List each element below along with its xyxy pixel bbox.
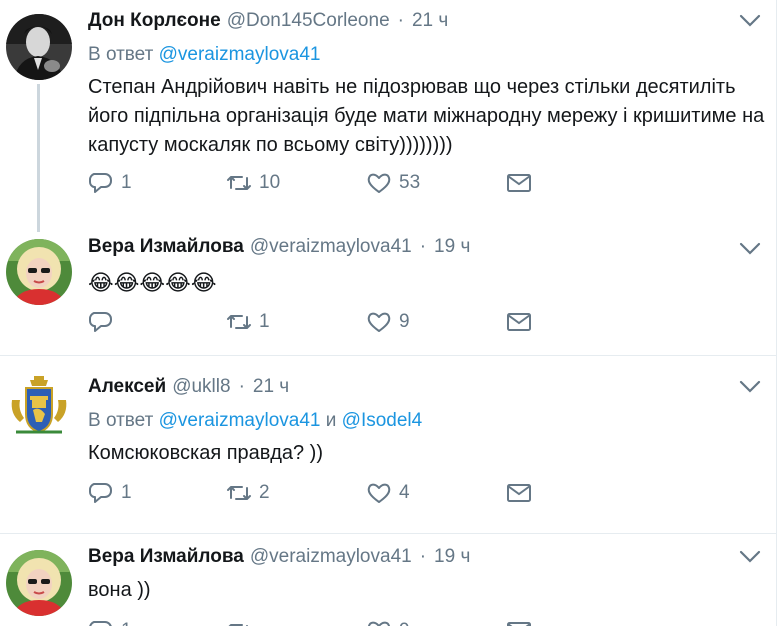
author-name[interactable]: Вера Измайлова — [88, 546, 244, 568]
reply-icon — [89, 312, 112, 332]
separator-dot: · — [238, 376, 245, 397]
direct-message-icon — [507, 313, 531, 331]
separator-dot: · — [419, 236, 427, 257]
retweet-button[interactable]: 1 — [226, 307, 270, 337]
like-icon — [367, 173, 391, 193]
tweet[interactable]: Дон Корлєоне @Don145Corleone · 21 ч В от… — [0, 0, 777, 240]
retweet-count: 10 — [259, 172, 281, 193]
separator-dot: · — [419, 546, 427, 567]
avatar[interactable] — [6, 374, 72, 440]
like-count: 9 — [399, 311, 410, 332]
like-count: 9 — [399, 620, 410, 626]
godfather-portrait-icon — [6, 14, 72, 80]
direct-message-button[interactable] — [506, 616, 532, 626]
direct-message-icon — [507, 622, 531, 626]
author-handle[interactable]: @Don145Corleone — [227, 10, 390, 32]
reply-prefix: В ответ — [88, 410, 154, 431]
reply-button[interactable]: 1 — [88, 168, 132, 198]
reply-button[interactable] — [88, 307, 121, 337]
tweet-header: Алексей @ukll8 · 21 ч — [88, 376, 777, 402]
timestamp[interactable]: 19 ч — [434, 236, 470, 258]
direct-message-icon — [507, 174, 531, 192]
direct-message-icon — [507, 484, 531, 502]
tweet-text: Комсюковская правда? )) — [88, 442, 323, 464]
retweet-button[interactable] — [226, 616, 259, 626]
tweet[interactable]: Вера Измайлова @veraizmaylova41 · 19 ч 😂… — [0, 232, 777, 354]
tweet[interactable]: Алексей @ukll8 · 21 ч В ответ @veraizmay… — [0, 356, 777, 536]
woman-portrait-icon — [6, 239, 72, 305]
timestamp[interactable]: 21 ч — [412, 10, 448, 32]
like-button[interactable]: 9 — [366, 307, 410, 337]
author-name[interactable]: Вера Измайлова — [88, 236, 244, 258]
retweet-icon — [228, 624, 248, 626]
author-handle[interactable]: @ukll8 — [172, 376, 230, 398]
tweet-actions: 1 9 — [88, 307, 548, 337]
like-count: 4 — [399, 482, 410, 503]
reply-mention-link[interactable]: @veraizmaylova41 — [159, 410, 321, 431]
tweet-text: Степан Андрійович навіть не підозрював щ… — [88, 76, 765, 156]
author-name[interactable]: Алексей — [88, 376, 166, 398]
tweet-actions: 1 9 — [88, 616, 548, 626]
reply-icon — [89, 173, 112, 193]
chevron-down-icon[interactable] — [739, 550, 761, 564]
tweet-actions: 1 10 53 — [88, 168, 548, 198]
like-icon — [367, 312, 391, 332]
tweet-text: 😂😂😂😂😂 — [88, 270, 217, 295]
author-name[interactable]: Дон Корлєоне — [88, 10, 221, 32]
tweet-header: Дон Корлєоне @Don145Corleone · 21 ч — [88, 10, 777, 36]
tweet-actions: 1 2 4 — [88, 478, 548, 508]
retweet-icon — [227, 486, 251, 500]
retweet-button[interactable]: 10 — [226, 168, 280, 198]
separator-dot: · — [397, 10, 404, 31]
reply-icon — [89, 621, 112, 626]
tweet[interactable]: Вера Измайлова @veraizmaylova41 · 19 ч в… — [0, 534, 777, 626]
avatar[interactable] — [6, 239, 72, 305]
tweet-text: вона )) — [88, 579, 151, 601]
author-handle[interactable]: @veraizmaylova41 — [250, 546, 412, 568]
retweet-count: 1 — [259, 311, 270, 332]
lviv-coat-of-arms-icon — [6, 374, 72, 440]
like-button[interactable]: 4 — [366, 478, 410, 508]
direct-message-button[interactable] — [506, 478, 532, 508]
reply-icon — [89, 483, 112, 503]
reply-context: В ответ @veraizmaylova41 и @Isodel4 — [88, 410, 777, 436]
like-button[interactable]: 53 — [366, 168, 420, 198]
reply-count: 1 — [121, 482, 132, 503]
retweet-button[interactable]: 2 — [226, 478, 270, 508]
reply-button[interactable]: 1 — [88, 478, 132, 508]
avatar[interactable] — [6, 550, 72, 616]
thread-line — [37, 84, 40, 232]
like-icon — [367, 621, 391, 626]
reply-button[interactable]: 1 — [88, 616, 132, 626]
author-handle[interactable]: @veraizmaylova41 — [250, 236, 412, 258]
reply-count: 1 — [121, 620, 132, 626]
chevron-down-icon[interactable] — [739, 242, 761, 256]
timestamp[interactable]: 19 ч — [434, 546, 470, 568]
like-button[interactable]: 9 — [366, 616, 410, 626]
tweet-header: Вера Измайлова @veraizmaylova41 · 19 ч — [88, 546, 777, 572]
retweet-icon — [227, 315, 251, 329]
tweet-header: Вера Измайлова @veraizmaylova41 · 19 ч — [88, 236, 777, 262]
retweet-icon — [227, 176, 251, 190]
like-icon — [367, 483, 391, 503]
reply-mention-link[interactable]: @Isodel4 — [342, 410, 423, 431]
reply-count: 1 — [121, 172, 132, 193]
direct-message-button[interactable] — [506, 307, 532, 337]
chevron-down-icon[interactable] — [739, 380, 761, 394]
reply-conjunction: и — [325, 410, 337, 431]
like-count: 53 — [399, 172, 421, 193]
reply-prefix: В ответ — [88, 44, 154, 65]
avatar[interactable] — [6, 14, 72, 80]
retweet-count: 2 — [259, 482, 270, 503]
reply-context: В ответ @veraizmaylova41 — [88, 44, 777, 70]
chevron-down-icon[interactable] — [739, 14, 761, 28]
reply-mention-link[interactable]: @veraizmaylova41 — [159, 44, 321, 65]
woman-portrait-icon — [6, 550, 72, 616]
timestamp[interactable]: 21 ч — [253, 376, 289, 398]
direct-message-button[interactable] — [506, 168, 532, 198]
